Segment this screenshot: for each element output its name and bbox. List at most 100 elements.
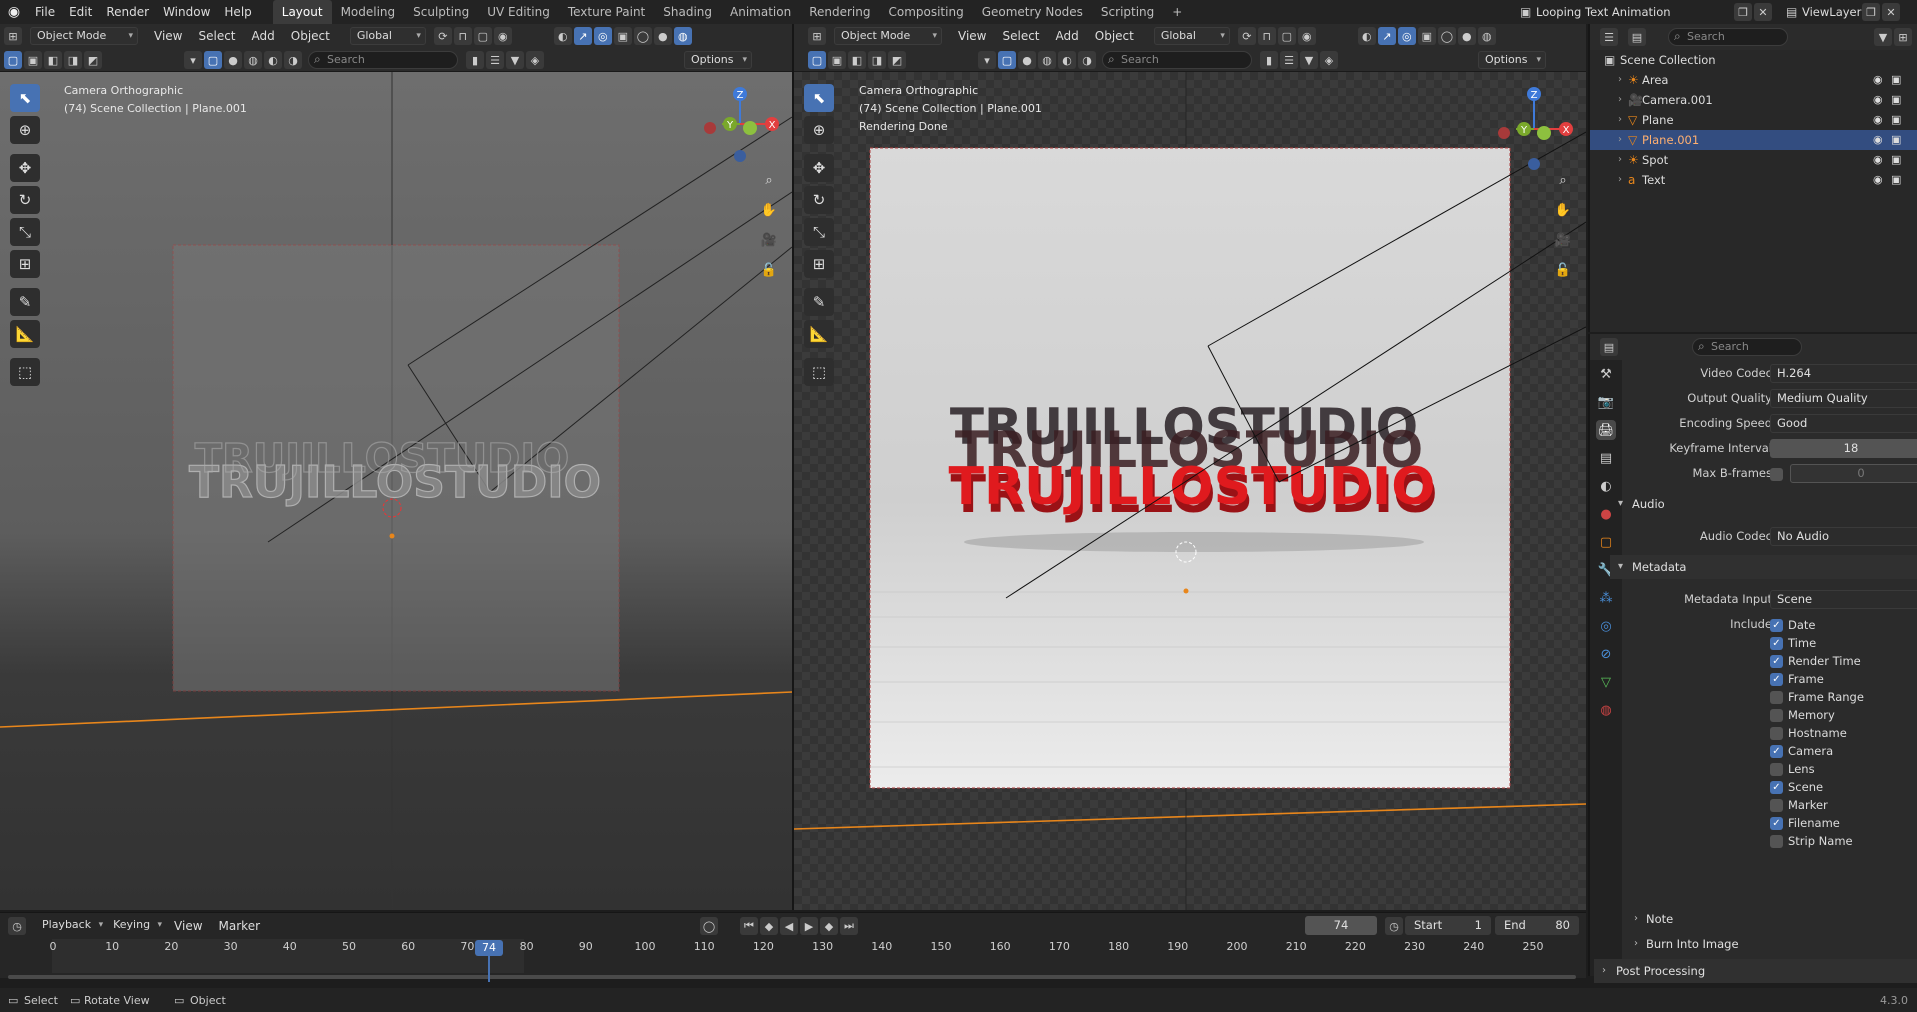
mode-dropdown[interactable]: Object Mode xyxy=(834,27,942,45)
outliner-item-text[interactable]: › a Text ◉ ▣ xyxy=(1590,170,1917,190)
new-collection-icon[interactable]: ⊞ xyxy=(1894,28,1912,46)
menu-window[interactable]: Window xyxy=(156,0,217,24)
tab-geometry-nodes[interactable]: Geometry Nodes xyxy=(973,0,1092,24)
copy-layer-icon[interactable]: ❐ xyxy=(1862,3,1880,21)
data-tab-icon[interactable]: ▽ xyxy=(1596,672,1616,692)
tab-rendering[interactable]: Rendering xyxy=(800,0,879,24)
orientation-dropdown[interactable]: Global xyxy=(1153,27,1230,45)
menu-view[interactable]: View xyxy=(950,27,994,45)
current-frame-field[interactable]: 74 xyxy=(1305,916,1377,935)
bookmark-icon[interactable]: ▮ xyxy=(1260,51,1278,69)
eye-icon[interactable]: ◉ xyxy=(1873,150,1883,170)
include-time-checkbox[interactable]: ✓ xyxy=(1770,637,1783,650)
tab-compositing[interactable]: Compositing xyxy=(879,0,972,24)
xray-icon[interactable]: ▣ xyxy=(613,27,632,45)
include-date-checkbox[interactable]: ✓ xyxy=(1770,619,1783,632)
include-camera-checkbox[interactable]: ✓ xyxy=(1770,745,1783,758)
include-marker-checkbox[interactable] xyxy=(1770,799,1783,812)
eye-icon[interactable]: ◉ xyxy=(1873,170,1883,190)
menu-edit[interactable]: Edit xyxy=(62,0,99,24)
metadata-input-dropdown[interactable]: Scene xyxy=(1770,590,1917,609)
close-layer-icon[interactable]: ✕ xyxy=(1882,3,1900,21)
outliner-editor-icon[interactable]: ☰ xyxy=(1600,28,1618,46)
chevron-right-icon[interactable]: › xyxy=(1618,130,1622,150)
start-frame-field[interactable]: Start 1 xyxy=(1405,916,1491,935)
shield-icon[interactable]: ◈ xyxy=(526,51,544,69)
select-invert-icon[interactable]: ◩ xyxy=(84,51,102,69)
lock-icon[interactable]: 🔓 xyxy=(758,259,780,281)
chevron-right-icon[interactable]: › xyxy=(1618,150,1622,170)
tab-animation[interactable]: Animation xyxy=(721,0,800,24)
camera-view-icon[interactable]: 🎥 xyxy=(758,229,780,251)
menu-object[interactable]: Object xyxy=(283,27,338,45)
snap-target-icon[interactable]: ▢ xyxy=(1277,27,1296,45)
material-shading-icon[interactable]: ◍ xyxy=(673,27,692,45)
eye-icon[interactable]: ◉ xyxy=(1873,70,1883,90)
view-layer-name[interactable]: ViewLayer xyxy=(1802,5,1862,19)
properties-search[interactable]: Search xyxy=(1692,338,1802,356)
include-frame-checkbox[interactable]: ✓ xyxy=(1770,673,1783,686)
menu-select[interactable]: Select xyxy=(190,27,243,45)
outliner-item-plane[interactable]: › ▽ Plane ◉ ▣ xyxy=(1590,110,1917,130)
viewport-divider[interactable] xyxy=(792,24,794,910)
render-camera-icon[interactable]: ▣ xyxy=(1891,90,1901,110)
select-extend-icon[interactable]: ◧ xyxy=(848,51,866,69)
playback-menu[interactable]: Playback xyxy=(36,917,107,935)
xray-icon[interactable]: ▣ xyxy=(1417,27,1436,45)
include-strip-name-checkbox[interactable] xyxy=(1770,835,1783,848)
select-box-icon[interactable]: ▢ xyxy=(4,51,22,69)
overlay-icon[interactable]: ◎ xyxy=(1397,27,1416,45)
select-invert-icon[interactable]: ◩ xyxy=(888,51,906,69)
play-reverse-icon[interactable]: ◀ xyxy=(780,917,798,935)
timeline-scrollbar[interactable] xyxy=(8,975,1576,979)
outliner-filter-icon[interactable]: ▼ xyxy=(1874,28,1892,46)
chevron-right-icon[interactable]: › xyxy=(1618,170,1622,190)
filter-mesh-icon[interactable]: ▢ xyxy=(998,51,1016,69)
editor-type-icon[interactable]: ⊞ xyxy=(4,27,22,45)
right-viewport[interactable]: ⊞ Object Mode View Select Add Object Glo… xyxy=(794,24,1586,910)
menu-file[interactable]: File xyxy=(28,0,62,24)
outliner-item-plane-001[interactable]: › ▽ Plane.001 ◉ ▣ xyxy=(1590,130,1917,150)
clock-icon[interactable]: ◷ xyxy=(1385,917,1403,935)
menu-render[interactable]: Render xyxy=(99,0,156,24)
zoom-icon[interactable]: ⌕ xyxy=(1552,169,1574,191)
select-subtract-icon[interactable]: ◨ xyxy=(868,51,886,69)
render-camera-icon[interactable]: ▣ xyxy=(1891,130,1901,150)
select-box-icon[interactable]: ▢ xyxy=(808,51,826,69)
chevron-right-icon[interactable]: › xyxy=(1618,90,1622,110)
visibility-icon[interactable]: ◐ xyxy=(1357,27,1376,45)
outliner-item-spot[interactable]: › ☀ Spot ◉ ▣ xyxy=(1590,150,1917,170)
pivot-icon[interactable]: ⟳ xyxy=(433,27,452,45)
gizmo-icon[interactable]: ↗ xyxy=(573,27,592,45)
eye-icon[interactable]: ◉ xyxy=(1873,130,1883,150)
tab-sculpting[interactable]: Sculpting xyxy=(404,0,478,24)
chevron-right-icon[interactable]: › xyxy=(1618,110,1622,130)
right-options-dropdown[interactable]: Options xyxy=(1478,51,1546,69)
end-frame-field[interactable]: End 80 xyxy=(1495,916,1579,935)
include-render-time-checkbox[interactable]: ✓ xyxy=(1770,655,1783,668)
include-hostname-checkbox[interactable] xyxy=(1770,727,1783,740)
include-scene-checkbox[interactable]: ✓ xyxy=(1770,781,1783,794)
include-lens-checkbox[interactable] xyxy=(1770,763,1783,776)
select-new-icon[interactable]: ▣ xyxy=(24,51,42,69)
keying-menu[interactable]: Keying xyxy=(107,917,166,935)
filter-objects-icon[interactable]: ▾ xyxy=(184,51,202,69)
filter-texture-icon[interactable]: ◐ xyxy=(264,51,282,69)
menu-help[interactable]: Help xyxy=(217,0,258,24)
copy-scene-icon[interactable]: ❐ xyxy=(1734,3,1752,21)
orientation-dropdown[interactable]: Global xyxy=(349,27,426,45)
select-extend-icon[interactable]: ◧ xyxy=(44,51,62,69)
view-layer-icon[interactable]: ▤ xyxy=(1786,5,1802,19)
chevron-right-icon[interactable]: › xyxy=(1618,70,1622,90)
record-icon[interactable]: ◯ xyxy=(700,917,718,935)
mode-dropdown[interactable]: Object Mode xyxy=(30,27,138,45)
material-tab-icon[interactable]: ◍ xyxy=(1596,700,1616,720)
menu-select[interactable]: Select xyxy=(994,27,1047,45)
jump-start-icon[interactable]: ⏮ xyxy=(740,917,758,935)
editor-type-icon[interactable]: ⊞ xyxy=(808,27,826,45)
outliner-item-area[interactable]: › ☀ Area ◉ ▣ xyxy=(1590,70,1917,90)
render-camera-icon[interactable]: ▣ xyxy=(1891,70,1901,90)
wireframe-shading-icon[interactable]: ◯ xyxy=(633,27,652,45)
include-memory-checkbox[interactable] xyxy=(1770,709,1783,722)
audio-codec-dropdown[interactable]: No Audio xyxy=(1770,527,1917,546)
